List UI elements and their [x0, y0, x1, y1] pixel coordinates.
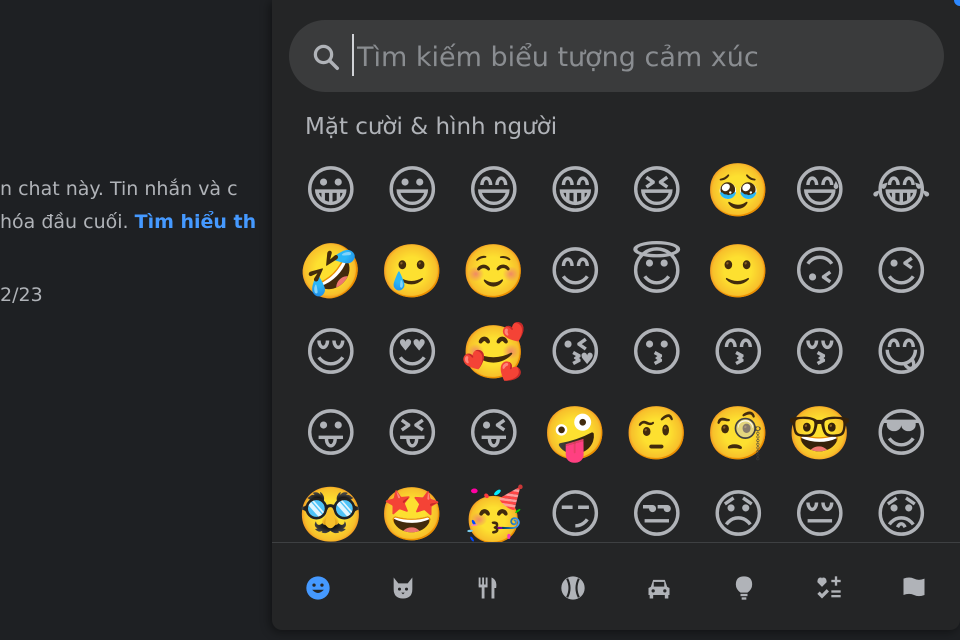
- emoji-5[interactable]: 🥹: [698, 150, 780, 231]
- tab-food[interactable]: [460, 560, 516, 616]
- emoji-25[interactable]: 😝: [372, 393, 454, 474]
- tab-smileys[interactable]: [290, 560, 346, 616]
- emoji-16[interactable]: 😌: [290, 312, 372, 393]
- tab-objects[interactable]: [716, 560, 772, 616]
- emoji-grid: 😀 😃 😄 😁 😆 🥹 😅 😂 🤣 🥲 ☺️ 😊 😇 🙂 🙃 😉 😌 😍 🥰 😘 😗 😙 😚 😋 😛 😝 😜 🤪 🤨 🧐 🤓 😎 🥸 🤩 🥳 😏 😒 😞 😔…: [290, 150, 942, 542]
- emoji-search-bar[interactable]: [289, 20, 944, 92]
- tab-symbols[interactable]: [801, 560, 857, 616]
- tab-flags[interactable]: [886, 560, 942, 616]
- chat-notice-text: hóa đầu cuối.: [0, 211, 135, 233]
- emoji-21[interactable]: 😙: [698, 312, 780, 393]
- chat-date: 2/23: [0, 284, 43, 306]
- chat-notice-line-1: n chat này. Tin nhắn và c: [0, 178, 238, 200]
- emoji-search-input[interactable]: [355, 34, 929, 80]
- emoji-7[interactable]: 😂: [861, 150, 943, 231]
- emoji-26[interactable]: 😜: [453, 393, 535, 474]
- emoji-picker: Mặt cười & hình người 😀😃😄😁😆🥹😅😂 🤣🥲☺️😊😇🙂🙃😉 😌…: [272, 0, 960, 630]
- emoji-34[interactable]: 🥳: [453, 474, 535, 542]
- emoji-38[interactable]: 😔: [779, 474, 861, 542]
- car-icon: [648, 579, 670, 599]
- emoji-12[interactable]: 😇: [616, 231, 698, 312]
- text-cursor: [352, 34, 354, 76]
- animal-icon: [393, 577, 413, 599]
- emoji-19[interactable]: 😘: [535, 312, 617, 393]
- emoji-33[interactable]: 🤩: [372, 474, 454, 542]
- emoji-2[interactable]: 😄: [453, 150, 535, 231]
- picker-accent: [954, 0, 960, 6]
- lightbulb-icon: [735, 576, 752, 600]
- emoji-17[interactable]: 😍: [372, 312, 454, 393]
- emoji-1[interactable]: 😃: [372, 150, 454, 231]
- flag-icon: [903, 577, 925, 597]
- emoji-22[interactable]: 😚: [779, 312, 861, 393]
- category-tabs: [282, 560, 950, 616]
- food-icon: [478, 577, 497, 599]
- emoji-8[interactable]: 🤣: [290, 231, 372, 312]
- emoji-31[interactable]: 😎: [861, 393, 943, 474]
- emoji-35[interactable]: 😏: [535, 474, 617, 542]
- tab-travel[interactable]: [631, 560, 687, 616]
- emoji-27[interactable]: 🤪: [535, 393, 617, 474]
- emoji-15[interactable]: 😉: [861, 231, 943, 312]
- emoji-18[interactable]: 🥰: [453, 312, 535, 393]
- symbols-icon: [817, 576, 841, 599]
- emoji-24[interactable]: 😛: [290, 393, 372, 474]
- emoji-13[interactable]: 🙂: [698, 231, 780, 312]
- emoji-29[interactable]: 🧐: [698, 393, 780, 474]
- emoji-11[interactable]: 😊: [535, 231, 617, 312]
- emoji-39[interactable]: 😟: [861, 474, 943, 542]
- ball-icon: [561, 576, 586, 600]
- search-icon: [313, 44, 339, 70]
- chat-notice-line-2: hóa đầu cuối. Tìm hiểu th: [0, 211, 256, 233]
- emoji-28[interactable]: 🤨: [616, 393, 698, 474]
- emoji-4[interactable]: 😆: [616, 150, 698, 231]
- emoji-3[interactable]: 😁: [535, 150, 617, 231]
- emoji-0[interactable]: 😀: [290, 150, 372, 231]
- emoji-10[interactable]: ☺️: [453, 231, 535, 312]
- emoji-30[interactable]: 🤓: [779, 393, 861, 474]
- emoji-23[interactable]: 😋: [861, 312, 943, 393]
- category-divider: [272, 542, 960, 543]
- emoji-36[interactable]: 😒: [616, 474, 698, 542]
- emoji-32[interactable]: 🥸: [290, 474, 372, 542]
- emoji-6[interactable]: 😅: [779, 150, 861, 231]
- emoji-20[interactable]: 😗: [616, 312, 698, 393]
- smiley-icon: [306, 576, 330, 600]
- tab-activities[interactable]: [545, 560, 601, 616]
- emoji-37[interactable]: 😞: [698, 474, 780, 542]
- tab-animals[interactable]: [375, 560, 431, 616]
- emoji-9[interactable]: 🥲: [372, 231, 454, 312]
- section-title: Mặt cười & hình người: [305, 114, 558, 140]
- emoji-14[interactable]: 🙃: [779, 231, 861, 312]
- learn-more-link[interactable]: Tìm hiểu th: [135, 211, 257, 233]
